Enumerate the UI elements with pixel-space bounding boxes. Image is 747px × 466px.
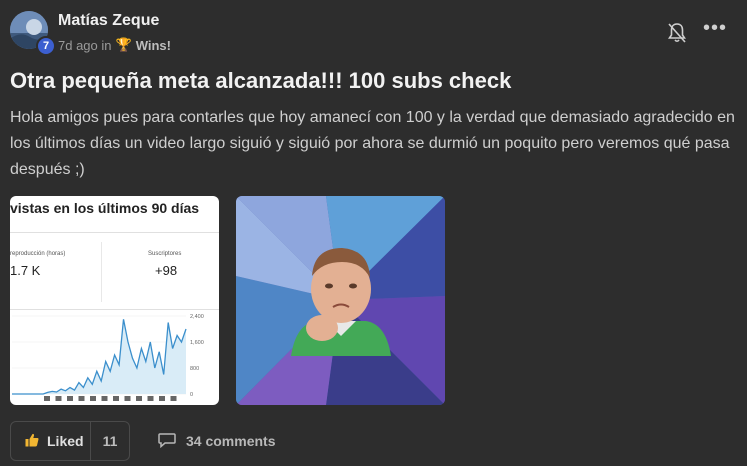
author-name[interactable]: Matías Zeque — [58, 12, 159, 30]
x-axis-marker — [159, 396, 165, 401]
x-axis-marker — [113, 396, 119, 401]
metric-right-value: +98 — [155, 263, 178, 278]
category-link[interactable]: Wins! — [136, 38, 171, 53]
metric-left-label: reproducción (horas) — [10, 251, 66, 257]
x-axis-marker — [78, 396, 85, 401]
x-axis-marker — [101, 396, 108, 401]
post-meta: 7d ago in 🏆 Wins! — [58, 37, 171, 53]
like-count[interactable]: 11 — [91, 422, 129, 460]
post-card: 7 Matías Zeque 7d ago in 🏆 Wins! ••• Otr… — [0, 0, 747, 466]
level-badge: 7 — [36, 36, 56, 56]
y-tick-label: 800 — [190, 366, 199, 372]
x-axis-marker — [44, 396, 50, 401]
views-area-chart: 2,400 1,600 800 0 — [12, 314, 204, 401]
x-axis-marker — [170, 396, 177, 401]
like-button[interactable]: Liked — [11, 422, 91, 460]
y-tick-label: 2,400 — [190, 314, 204, 320]
metric-right-label: Suscriptores — [148, 251, 182, 257]
y-tick-label: 1,600 — [190, 340, 204, 346]
bell-muted-icon[interactable] — [667, 22, 687, 44]
x-axis-marker — [67, 396, 73, 401]
thumbs-up-icon — [25, 433, 39, 450]
x-axis-marker — [55, 396, 62, 401]
trophy-icon: 🏆 — [115, 37, 132, 52]
divider — [10, 232, 219, 233]
post-body: Hola amigos pues para contarles que hoy … — [10, 109, 735, 178]
comments-button[interactable]: 34 comments — [158, 421, 275, 461]
divider — [101, 242, 102, 302]
x-axis-marker — [124, 396, 131, 401]
comments-label: 34 comments — [186, 433, 276, 449]
x-axis-marker — [147, 396, 154, 401]
like-group: Liked 11 — [10, 421, 130, 461]
post-time: 7d ago in — [58, 37, 112, 53]
stats-title: vistas en los últimos 90 días — [10, 200, 200, 216]
post-header: 7 Matías Zeque 7d ago in 🏆 Wins! ••• — [10, 10, 737, 56]
metric-left-value: 1.7 K — [10, 263, 41, 278]
meme-image-attachment[interactable] — [236, 196, 445, 405]
x-axis-marker — [90, 396, 96, 401]
post-title[interactable]: Otra pequeña meta alcanzada!!! 100 subs … — [10, 68, 737, 94]
comment-icon — [158, 432, 176, 451]
stats-screenshot-attachment[interactable]: vistas en los últimos 90 días reproducci… — [10, 196, 219, 405]
x-axis-marker — [136, 396, 142, 401]
more-horizontal-icon[interactable]: ••• — [703, 18, 727, 42]
like-label: Liked — [47, 433, 84, 449]
y-tick-label: 0 — [190, 392, 193, 398]
